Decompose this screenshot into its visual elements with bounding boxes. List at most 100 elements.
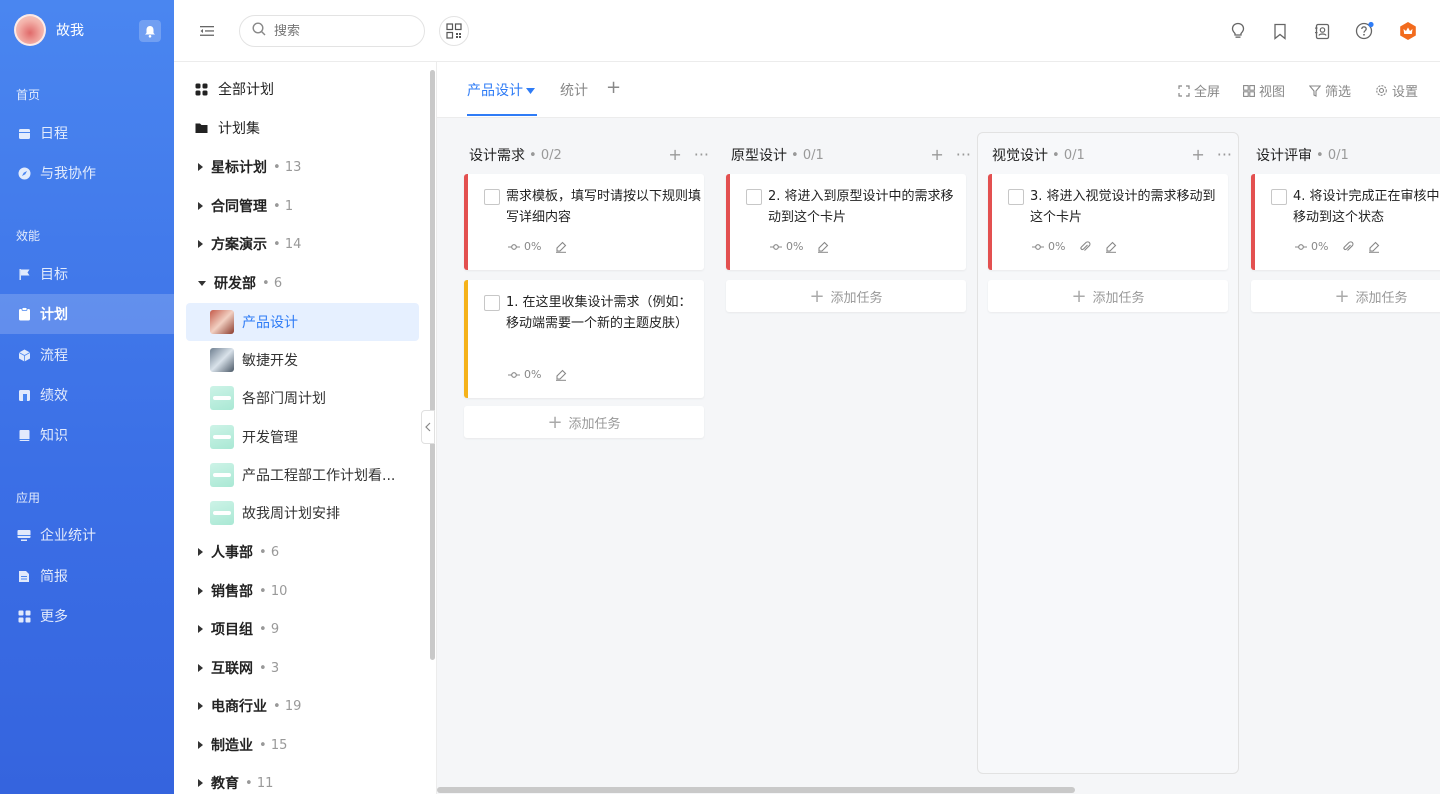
add-card-icon[interactable]: + bbox=[930, 145, 943, 164]
column-count: • 0/1 bbox=[791, 147, 824, 163]
task-card[interactable]: 1. 在这里收集设计需求（例如：移动端需要一个新的主题皮肤） 0% bbox=[464, 280, 704, 398]
plan-group-hr[interactable]: 人事部 • 6 bbox=[186, 533, 419, 571]
tool-label: 视图 bbox=[1259, 85, 1286, 100]
nav-item-briefing[interactable]: 简报 bbox=[0, 556, 174, 596]
edit-icon[interactable] bbox=[1105, 241, 1117, 253]
add-task-button[interactable]: + 添加任务 bbox=[726, 280, 966, 312]
search-input[interactable] bbox=[274, 23, 404, 39]
group-count: • 19 bbox=[273, 698, 302, 714]
fullscreen-button[interactable]: 全屏 bbox=[1178, 81, 1220, 100]
user-profile[interactable]: 故我 bbox=[14, 14, 84, 46]
settings-button[interactable]: 设置 bbox=[1375, 81, 1418, 100]
lightbulb-icon[interactable] bbox=[1228, 21, 1248, 41]
gear-icon bbox=[1375, 84, 1388, 97]
more-icon[interactable]: ··· bbox=[956, 145, 971, 164]
plan-item-engineering-board[interactable]: 产品工程部工作计划看... bbox=[186, 456, 419, 494]
paperclip-icon[interactable] bbox=[1079, 240, 1091, 253]
plan-item-product-design[interactable]: 产品设计 bbox=[186, 303, 419, 341]
plan-group-internet[interactable]: 互联网 • 3 bbox=[186, 649, 419, 687]
add-tab-icon[interactable]: + bbox=[606, 77, 621, 98]
plan-group-contracts[interactable]: 合同管理 • 1 bbox=[186, 187, 419, 225]
nav-item-plans[interactable]: 计划 bbox=[0, 294, 174, 334]
edit-icon[interactable] bbox=[1368, 241, 1380, 253]
plan-group-education[interactable]: 教育 • 11 bbox=[186, 764, 419, 794]
task-card[interactable]: 2. 将进入到原型设计中的需求移动到这个卡片 0% bbox=[726, 174, 966, 270]
menu-collapse-icon[interactable] bbox=[198, 22, 216, 40]
plus-icon: + bbox=[809, 285, 825, 307]
contacts-icon[interactable] bbox=[1312, 21, 1332, 41]
group-count: • 11 bbox=[245, 775, 274, 791]
plan-group-demos[interactable]: 方案演示 • 14 bbox=[186, 225, 419, 263]
task-checkbox[interactable] bbox=[1271, 189, 1287, 205]
help-icon[interactable] bbox=[1355, 21, 1375, 41]
tab-product-design[interactable]: 产品设计 bbox=[467, 80, 535, 100]
task-progress: 0% bbox=[508, 368, 541, 381]
view-button[interactable]: 视图 bbox=[1243, 81, 1285, 100]
nav-item-workflow[interactable]: 流程 bbox=[0, 335, 174, 375]
nav-item-enterprise-stats[interactable]: 企业统计 bbox=[0, 515, 174, 555]
plan-item-agile-dev[interactable]: 敏捷开发 bbox=[186, 341, 419, 379]
plan-thumbnail bbox=[210, 501, 234, 525]
plans-scrollbar[interactable] bbox=[430, 70, 435, 660]
plan-all[interactable]: 全部计划 bbox=[186, 70, 419, 108]
task-card[interactable]: 需求模板，填写时请按以下规则填写详细内容 0% bbox=[464, 174, 704, 270]
app-logo-icon[interactable] bbox=[1398, 21, 1418, 41]
nav-item-knowledge[interactable]: 知识 bbox=[0, 415, 174, 455]
tab-statistics[interactable]: 统计 bbox=[560, 80, 588, 100]
edit-icon[interactable] bbox=[555, 369, 567, 381]
edit-icon[interactable] bbox=[555, 241, 567, 253]
bookmark-icon[interactable] bbox=[1270, 21, 1290, 41]
task-progress: 0% bbox=[1295, 240, 1328, 253]
column-header: 视觉设计 • 0/1 + ··· bbox=[992, 145, 1232, 165]
plan-group-rnd[interactable]: 研发部 • 6 bbox=[186, 264, 419, 302]
nav-item-performance[interactable]: 绩效 bbox=[0, 375, 174, 415]
edit-icon[interactable] bbox=[817, 241, 829, 253]
avatar[interactable] bbox=[14, 14, 46, 46]
caret-right-icon bbox=[198, 163, 203, 171]
nav-section-efficiency: 效能 bbox=[16, 229, 41, 243]
add-task-button[interactable]: + 添加任务 bbox=[988, 280, 1228, 312]
search-box[interactable] bbox=[239, 15, 425, 47]
board-scrollbar[interactable] bbox=[437, 787, 1075, 793]
task-checkbox[interactable] bbox=[484, 295, 500, 311]
task-title: 需求模板，填写时请按以下规则填写详细内容 bbox=[506, 189, 702, 225]
plan-group-sales[interactable]: 销售部 • 10 bbox=[186, 572, 419, 610]
user-name: 故我 bbox=[56, 23, 84, 39]
add-task-button[interactable]: + 添加任务 bbox=[1251, 280, 1440, 312]
add-task-button[interactable]: + 添加任务 bbox=[464, 406, 704, 438]
plan-group-ecommerce[interactable]: 电商行业 • 19 bbox=[186, 687, 419, 725]
add-card-icon[interactable]: + bbox=[1191, 145, 1204, 164]
grid-icon bbox=[17, 609, 31, 623]
add-task-label: 添加任务 bbox=[1355, 290, 1408, 306]
nav-item-schedule[interactable]: 日程 bbox=[0, 113, 174, 153]
nav-item-more[interactable]: 更多 bbox=[0, 596, 174, 636]
plan-group-starred[interactable]: 星标计划 • 13 bbox=[186, 148, 419, 186]
column-count: • 0/1 bbox=[1316, 147, 1349, 163]
group-label: 电商行业 bbox=[211, 699, 267, 715]
bell-icon[interactable] bbox=[139, 20, 161, 42]
task-progress: 0% bbox=[1032, 240, 1065, 253]
filter-button[interactable]: 筛选 bbox=[1309, 81, 1351, 100]
more-icon[interactable]: ··· bbox=[694, 145, 709, 164]
nav-item-goals[interactable]: 目标 bbox=[0, 254, 174, 294]
nav-item-collab[interactable]: 与我协作 bbox=[0, 153, 174, 193]
more-icon[interactable]: ··· bbox=[1217, 145, 1232, 164]
add-card-icon[interactable]: + bbox=[668, 145, 681, 164]
plan-collections[interactable]: 计划集 bbox=[186, 109, 419, 147]
task-card[interactable]: 4. 将设计完成正在审核中品提案移动到这个状态 0% bbox=[1251, 174, 1440, 270]
plan-group-manufacturing[interactable]: 制造业 • 15 bbox=[186, 726, 419, 764]
task-checkbox[interactable] bbox=[484, 189, 500, 205]
plan-item-weekly-plans[interactable]: 各部门周计划 bbox=[186, 379, 419, 417]
plan-group-projects[interactable]: 项目组 • 9 bbox=[186, 610, 419, 648]
task-checkbox[interactable] bbox=[1008, 189, 1024, 205]
task-checkbox[interactable] bbox=[746, 189, 762, 205]
task-card[interactable]: 3. 将进入视觉设计的需求移动到这个卡片 0% bbox=[988, 174, 1228, 270]
calendar-icon bbox=[17, 126, 31, 140]
qrcode-icon[interactable] bbox=[439, 16, 469, 46]
plan-item-guwo-weekly[interactable]: 故我周计划安排 bbox=[186, 494, 419, 532]
chevron-left-icon[interactable] bbox=[421, 410, 435, 444]
nav-item-label: 目标 bbox=[40, 267, 68, 283]
paperclip-icon[interactable] bbox=[1342, 240, 1354, 253]
caret-right-icon bbox=[198, 240, 203, 248]
plan-item-dev-management[interactable]: 开发管理 bbox=[186, 418, 419, 456]
